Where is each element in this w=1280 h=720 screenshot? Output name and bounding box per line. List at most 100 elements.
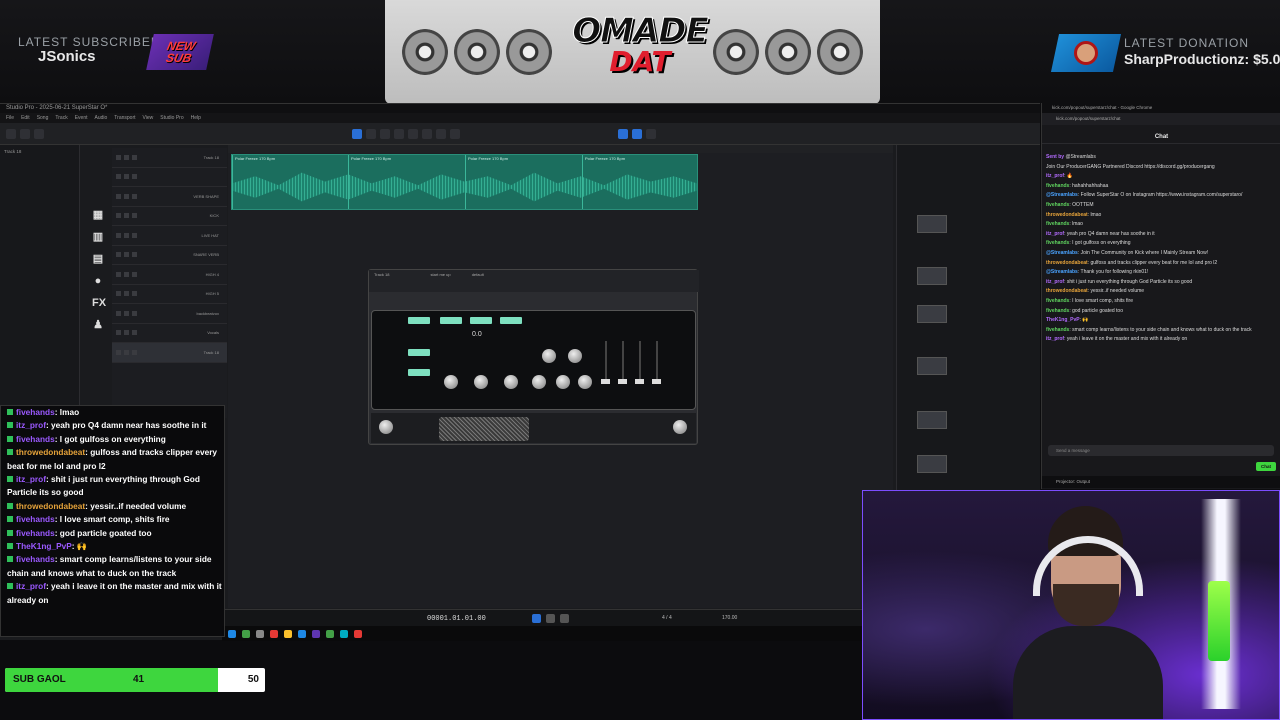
track-button[interactable] — [132, 213, 137, 219]
track-button[interactable] — [124, 252, 129, 258]
plugin-mode-button[interactable] — [500, 317, 522, 324]
track-button[interactable] — [116, 232, 121, 238]
track-button[interactable] — [116, 330, 121, 336]
input-knob[interactable] — [379, 420, 393, 434]
chat-username[interactable]: fivehands — [1046, 183, 1069, 189]
track-button[interactable] — [124, 193, 129, 199]
menu-item[interactable]: Song — [37, 113, 49, 123]
tool-button[interactable] — [20, 128, 30, 139]
chat-username[interactable]: itz_prof — [1046, 231, 1064, 237]
track-button[interactable] — [124, 232, 129, 238]
grid-button[interactable] — [646, 128, 656, 139]
chat-username[interactable]: TheK1ng_PvP — [1046, 317, 1080, 323]
app-icon[interactable] — [256, 629, 264, 638]
address-bar[interactable]: kick.com/popout/superstarz/chat — [1042, 113, 1280, 125]
chat-username[interactable]: itz_prof — [1046, 279, 1064, 285]
track-button[interactable] — [132, 174, 137, 180]
fader[interactable] — [622, 341, 624, 381]
record-button[interactable] — [560, 614, 569, 623]
chat-username[interactable]: fivehands — [1046, 202, 1069, 208]
audio-clip[interactable]: Polar Freeze 170 Bpm Polar Freeze 170 Bp… — [231, 154, 698, 210]
app-icon[interactable] — [354, 629, 362, 638]
chat-username[interactable]: fivehands — [1046, 308, 1069, 314]
knob[interactable] — [568, 349, 582, 363]
quantize-button[interactable] — [632, 128, 642, 139]
track-button[interactable] — [124, 174, 129, 180]
track-button[interactable] — [124, 154, 129, 160]
fader-cap[interactable] — [652, 379, 661, 384]
menu-item[interactable]: Edit — [21, 113, 30, 123]
timeline-ruler[interactable] — [228, 145, 893, 153]
arrow-tool-button[interactable] — [352, 128, 362, 139]
track-button[interactable] — [132, 252, 137, 258]
chat-username[interactable]: fivehands — [1046, 327, 1069, 333]
chat-username[interactable]: throwedondabeat — [1046, 260, 1088, 266]
range-tool-button[interactable] — [366, 128, 376, 139]
track-button[interactable] — [116, 193, 121, 199]
track-button[interactable] — [116, 310, 121, 316]
knob[interactable] — [578, 375, 592, 389]
tool-button[interactable] — [34, 128, 44, 139]
track-button[interactable] — [124, 330, 129, 336]
track-row[interactable]: Track 18 — [112, 343, 227, 363]
plugin-window[interactable]: Track 18 start me up default 0.0 — [368, 269, 699, 445]
plugin-thumbnail[interactable] — [917, 357, 947, 375]
app-icon[interactable] — [326, 629, 334, 638]
plugin-mode-button[interactable] — [470, 317, 492, 324]
knob[interactable] — [556, 375, 570, 389]
track-button[interactable] — [116, 174, 121, 180]
track-row[interactable]: SNARE VERB — [112, 246, 227, 265]
chat-username[interactable]: fivehands — [1046, 221, 1069, 227]
mute-tool-button[interactable] — [422, 128, 432, 139]
track-button[interactable] — [132, 349, 137, 355]
track-button[interactable] — [132, 193, 137, 199]
menu-item[interactable]: Track — [55, 113, 67, 123]
chat-send-button[interactable]: Chat — [1256, 462, 1276, 471]
keys-icon[interactable]: ▥ — [92, 231, 104, 243]
app-icon[interactable] — [242, 629, 250, 638]
plugin-thumbnail[interactable] — [917, 305, 947, 323]
menu-item[interactable]: Studio Pro — [160, 113, 183, 123]
person-icon[interactable]: ♟ — [92, 319, 104, 331]
app-icon[interactable] — [298, 629, 306, 638]
menu-item[interactable]: Event — [75, 113, 88, 123]
fader[interactable] — [639, 341, 641, 381]
track-button[interactable] — [116, 213, 121, 219]
plugin-mode-button[interactable] — [440, 317, 462, 324]
menu-item[interactable]: Help — [191, 113, 201, 123]
chat-username[interactable]: fivehands — [1046, 298, 1069, 304]
plugin-mode-button[interactable] — [408, 349, 430, 356]
track-row[interactable]: Vocals — [112, 324, 227, 343]
track-button[interactable] — [116, 291, 121, 297]
snap-button[interactable] — [618, 128, 628, 139]
fader-cap[interactable] — [601, 379, 610, 384]
menu-item[interactable]: Transport — [114, 113, 135, 123]
knob[interactable] — [542, 349, 556, 363]
fader[interactable] — [656, 341, 658, 381]
track-row[interactable] — [112, 168, 227, 187]
plugin-thumbnail[interactable] — [917, 267, 947, 285]
fx-icon[interactable]: FX — [92, 297, 106, 309]
track-button[interactable] — [116, 154, 121, 160]
plugin-default[interactable]: default — [472, 272, 484, 277]
app-icon[interactable] — [270, 629, 278, 638]
track-button[interactable] — [124, 271, 129, 277]
knob[interactable] — [444, 375, 458, 389]
track-button[interactable] — [132, 291, 137, 297]
track-button[interactable] — [132, 232, 137, 238]
knob[interactable] — [474, 375, 488, 389]
knob[interactable] — [504, 375, 518, 389]
bend-tool-button[interactable] — [436, 128, 446, 139]
menu-item[interactable]: View — [143, 113, 154, 123]
user-icon[interactable]: ● — [92, 275, 104, 287]
track-button[interactable] — [116, 349, 121, 355]
fader[interactable] — [605, 341, 607, 381]
chat-username[interactable]: itz_prof — [1046, 336, 1064, 342]
knob[interactable] — [532, 375, 546, 389]
track-button[interactable] — [116, 271, 121, 277]
track-button[interactable] — [124, 349, 129, 355]
chat-username[interactable]: itz_prof — [1046, 173, 1064, 179]
chat-input[interactable]: Send a message — [1048, 445, 1274, 456]
menu-item[interactable]: File — [6, 113, 14, 123]
instrument-icon[interactable]: ▦ — [92, 209, 104, 221]
